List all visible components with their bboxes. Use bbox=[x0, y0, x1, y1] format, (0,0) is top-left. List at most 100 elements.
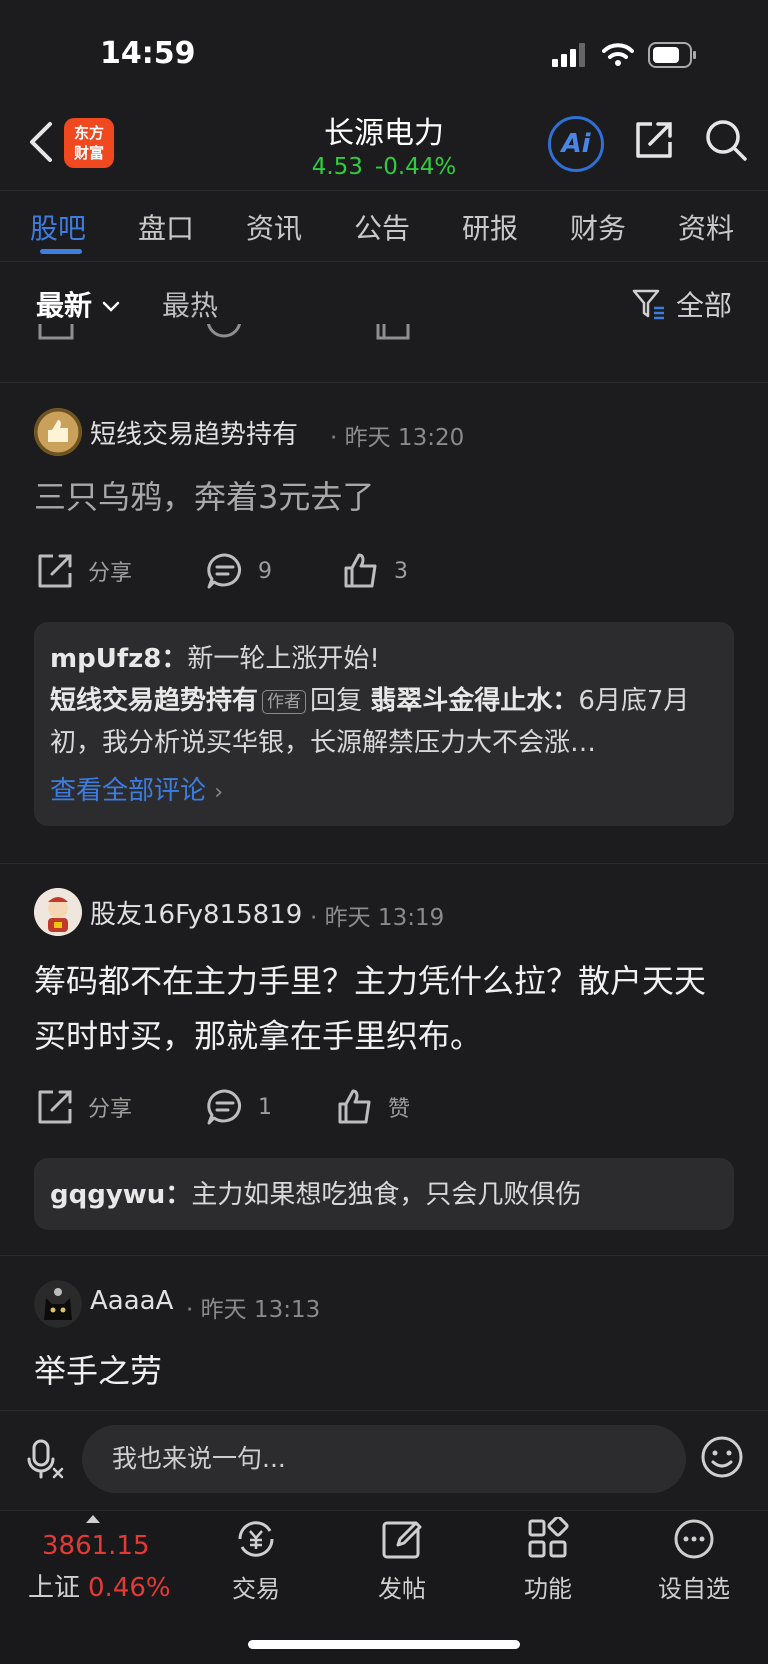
like-count: 赞 bbox=[388, 1097, 411, 1122]
index-value: 3861.15 bbox=[42, 1531, 150, 1561]
post-actions: 分享 9 3 bbox=[36, 552, 408, 590]
trade-icon bbox=[238, 1521, 274, 1557]
post-item[interactable]: AaaaA · 昨天 13:13 举手之劳 bbox=[0, 1256, 768, 1410]
grid-icon bbox=[528, 1517, 569, 1558]
nav-watchlist[interactable]: 设自选 bbox=[644, 1515, 744, 1604]
share-action[interactable]: 分享 bbox=[36, 552, 206, 590]
tab-announcements[interactable]: 公告 bbox=[354, 207, 410, 247]
share-label: 分享 bbox=[88, 561, 133, 586]
post-content[interactable]: 举手之劳 bbox=[34, 1344, 734, 1399]
reply-1: gqgywu：主力如果想吃独食，只会几败俱伤 bbox=[50, 1174, 718, 1216]
nav-post[interactable]: 发帖 bbox=[352, 1515, 452, 1604]
reply-target[interactable]: 翡翠斗金得止水： bbox=[370, 686, 578, 716]
ai-button[interactable]: Ai bbox=[548, 116, 604, 172]
comment-input-bar: 我也来说一句... bbox=[0, 1410, 768, 1511]
reply-user[interactable]: gqgywu： bbox=[50, 1180, 191, 1210]
caret-up-icon bbox=[86, 1515, 100, 1523]
reply-preview[interactable]: gqgywu：主力如果想吃独食，只会几败俱伤 bbox=[34, 1158, 734, 1230]
post-time-text: 昨天 13:13 bbox=[200, 1297, 321, 1323]
index-change: 0.46% bbox=[88, 1573, 171, 1603]
tab-news[interactable]: 资讯 bbox=[246, 207, 302, 247]
compose-icon bbox=[382, 1521, 422, 1559]
tab-guba[interactable]: 股吧 bbox=[30, 207, 86, 247]
stock-price: 4.53 bbox=[311, 154, 363, 180]
post-author[interactable]: AaaaA bbox=[90, 1286, 173, 1316]
chevron-down-icon bbox=[102, 301, 120, 312]
post-time: · 昨天 13:13 bbox=[186, 1297, 321, 1323]
more-circle-icon bbox=[674, 1519, 714, 1559]
post-item[interactable]: 股友16Fy815819 · 昨天 13:19 筹码都不在主力手里？主力凭什么拉… bbox=[0, 864, 768, 1256]
signal-icon bbox=[552, 43, 585, 67]
comment-count: 1 bbox=[258, 1094, 272, 1120]
avatar[interactable] bbox=[34, 408, 82, 456]
like-count: 3 bbox=[394, 558, 408, 584]
voice-icon bbox=[27, 1439, 64, 1479]
reply-preview[interactable]: mpUfz8：新一轮上涨开始! 短线交易趋势持有 作者 回复 翡翠斗金得止水：6月底… bbox=[34, 622, 734, 826]
voice-input-button[interactable] bbox=[26, 1439, 64, 1483]
search-icon bbox=[706, 120, 747, 161]
reply-2: 短线交易趋势持有 作者 回复 翡翠斗金得止水：6月底7月初，我分析说买华银，长源解禁… bbox=[50, 680, 718, 764]
tab-profile[interactable]: 资料 bbox=[678, 207, 734, 247]
nav-trade[interactable]: 交易 bbox=[206, 1515, 306, 1604]
tab-finance[interactable]: 财务 bbox=[570, 207, 626, 247]
like-action[interactable]: 3 bbox=[342, 552, 408, 590]
filter-label: 全部 bbox=[676, 289, 733, 322]
wifi-icon bbox=[602, 43, 634, 66]
nav-functions[interactable]: 功能 bbox=[498, 1515, 598, 1604]
avatar[interactable] bbox=[34, 888, 82, 936]
sort-latest-label: 最新 bbox=[36, 289, 93, 322]
like-icon bbox=[338, 1089, 371, 1124]
nav-label: 功能 bbox=[524, 1575, 572, 1603]
emoji-button[interactable] bbox=[700, 1435, 744, 1483]
tab-research[interactable]: 研报 bbox=[462, 207, 518, 247]
share-icon bbox=[636, 122, 672, 158]
share-label: 分享 bbox=[88, 1097, 133, 1122]
filter-icon bbox=[632, 289, 664, 320]
chevron-right-icon: › bbox=[214, 780, 224, 805]
tab-bar: 股吧 盘口 资讯 公告 研报 财务 资料 bbox=[0, 190, 768, 262]
sort-hot[interactable]: 最热 bbox=[162, 284, 218, 324]
filter-button[interactable]: 全部 bbox=[632, 284, 732, 324]
comment-count: 9 bbox=[258, 558, 272, 584]
sort-latest[interactable]: 最新 bbox=[36, 284, 120, 324]
author-tag: 作者 bbox=[262, 689, 307, 714]
emoji-icon bbox=[701, 1436, 743, 1478]
reply-text: 新一轮上涨开始! bbox=[187, 644, 380, 674]
post-content[interactable]: 筹码都不在主力手里？主力凭什么拉？散户天天买时时买，那就拿在手里织布。 bbox=[34, 954, 734, 1064]
reply-text: 主力如果想吃独食，只会几败俱伤 bbox=[191, 1180, 582, 1210]
reply-user[interactable]: mpUfz8： bbox=[50, 644, 187, 674]
comment-input[interactable]: 我也来说一句... bbox=[82, 1425, 686, 1493]
share-button[interactable] bbox=[632, 118, 676, 166]
post-item[interactable]: 短线交易趋势持有 · 昨天 13:20 三只乌鸦，奔着3元去了 分享 9 3 m… bbox=[0, 382, 768, 864]
share-icon bbox=[38, 324, 74, 340]
share-icon bbox=[38, 554, 72, 588]
see-all-label: 查看全部评论 bbox=[50, 776, 207, 806]
comment-icon bbox=[206, 324, 242, 338]
like-icon bbox=[376, 324, 410, 340]
like-action[interactable]: 赞 bbox=[336, 1088, 410, 1126]
battery-icon bbox=[648, 42, 696, 68]
avatar[interactable] bbox=[34, 1280, 82, 1328]
post-time-text: 昨天 13:19 bbox=[324, 905, 445, 931]
post-author[interactable]: 股友16Fy815819 bbox=[90, 894, 302, 931]
status-icons bbox=[552, 40, 698, 70]
post-content[interactable]: 三只乌鸦，奔着3元去了 bbox=[34, 470, 734, 525]
stock-change: -0.44% bbox=[374, 154, 457, 180]
index-name: 上证 0.46% bbox=[28, 1567, 171, 1604]
comment-action[interactable]: 9 bbox=[206, 552, 342, 590]
like-icon bbox=[344, 553, 377, 588]
see-all-comments-link[interactable]: 查看全部评论 › bbox=[50, 770, 718, 814]
post-time: · 昨天 13:19 bbox=[310, 905, 445, 931]
reply-user[interactable]: 短线交易趋势持有 bbox=[50, 686, 258, 716]
reply-1: mpUfz8：新一轮上涨开始! bbox=[50, 638, 718, 680]
tab-pankou[interactable]: 盘口 bbox=[138, 207, 194, 247]
post-author[interactable]: 短线交易趋势持有 bbox=[90, 414, 298, 451]
nav-label: 交易 bbox=[232, 1575, 280, 1603]
nav-label: 设自选 bbox=[658, 1575, 730, 1603]
share-action[interactable]: 分享 bbox=[36, 1088, 206, 1126]
comment-icon bbox=[207, 1089, 241, 1125]
reply-action-word: 回复 bbox=[310, 686, 363, 716]
search-button[interactable] bbox=[704, 118, 748, 166]
previous-post-actions bbox=[0, 324, 768, 383]
comment-action[interactable]: 1 bbox=[206, 1088, 336, 1126]
